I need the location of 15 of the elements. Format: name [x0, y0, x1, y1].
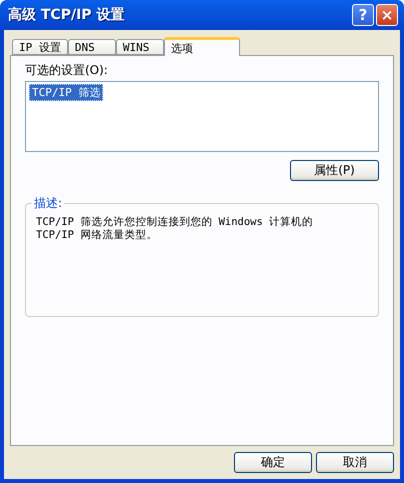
window-title: 高级 TCP/IP 设置	[8, 6, 124, 24]
list-label: 可选的设置(O):	[25, 62, 109, 79]
settings-list[interactable]: TCP/IP 筛选	[25, 81, 379, 152]
help-button[interactable]: ?	[352, 4, 374, 26]
tab[interactable]: 选项	[164, 37, 240, 56]
tab[interactable]: WINS	[116, 39, 164, 55]
cancel-button[interactable]: 取消	[316, 452, 394, 473]
properties-button[interactable]: 属性(P)	[290, 160, 379, 181]
description-text: TCP/IP 筛选允许您控制连接到您的 Windows 计算机的 TCP/IP 网络流量类型。	[36, 216, 314, 242]
tab[interactable]: IP 设置	[12, 39, 68, 55]
ok-button[interactable]: 确定	[234, 452, 312, 473]
list-item[interactable]: TCP/IP 筛选	[29, 84, 104, 101]
tab[interactable]: DNS	[68, 39, 116, 55]
group-title: 描述:	[32, 195, 64, 212]
close-button[interactable]: ×	[376, 4, 398, 26]
